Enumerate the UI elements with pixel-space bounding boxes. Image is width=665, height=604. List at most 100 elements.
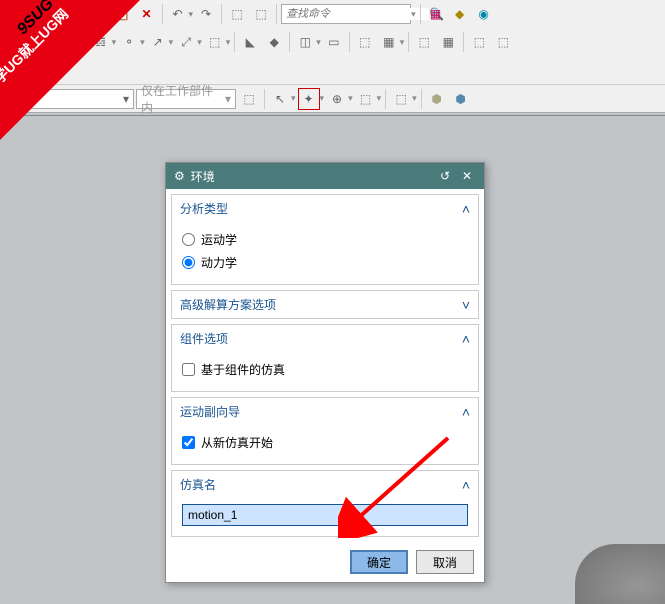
separator — [421, 89, 422, 109]
section-header[interactable]: 运动副向导 ˄ — [172, 398, 478, 425]
command-search[interactable]: 🔍 — [281, 4, 411, 24]
tool-btn[interactable]: ⬚ — [468, 31, 490, 53]
tool-btn[interactable]: ◣ — [239, 31, 261, 53]
dropdown-arrow[interactable]: ▾ — [377, 93, 382, 104]
tool-btn[interactable]: ⬚ — [226, 3, 248, 25]
section-body: 基于组件的仿真 — [172, 352, 478, 391]
separator — [221, 4, 222, 24]
radio-input[interactable] — [182, 233, 195, 246]
chevron-up-icon: ˄ — [462, 404, 470, 420]
section-title: 组件选项 — [180, 330, 228, 347]
separator — [408, 32, 409, 52]
tool-btn[interactable]: ⬚ — [413, 31, 435, 53]
section-body: 运动学 动力学 — [172, 222, 478, 284]
scope-combo[interactable]: 仅在工作部件内▾ — [136, 89, 236, 109]
search-input[interactable] — [286, 8, 429, 20]
section-joint-wizard: 运动副向导 ˄ 从新仿真开始 — [171, 397, 479, 465]
radio-input[interactable] — [182, 256, 195, 269]
dialog-title: 环境 — [191, 168, 215, 185]
model-preview — [575, 544, 665, 604]
tool-btn[interactable]: ⬚ — [250, 3, 272, 25]
section-sim-name: 仿真名 ˄ — [171, 470, 479, 537]
separator — [162, 4, 163, 24]
dropdown-arrow[interactable]: ▾ — [412, 93, 417, 104]
separator — [349, 32, 350, 52]
separator — [420, 4, 421, 24]
dropdown-arrow[interactable]: ▾ — [169, 37, 174, 48]
chevron-down-icon: ˅ — [462, 297, 470, 313]
checkbox-input[interactable] — [182, 436, 195, 449]
redo-icon[interactable]: ↷ — [195, 3, 217, 25]
section-advanced: 高级解算方案选项 ˅ — [171, 290, 479, 319]
radio-label: 动力学 — [201, 254, 237, 271]
section-title: 运动副向导 — [180, 403, 240, 420]
chevron-up-icon: ˄ — [462, 331, 470, 347]
dropdown-arrow[interactable]: ▾ — [226, 37, 231, 48]
cancel-button[interactable]: 取消 — [416, 550, 474, 574]
separator — [234, 32, 235, 52]
tool-btn[interactable]: ⬚ — [492, 31, 514, 53]
dropdown-arrow[interactable]: ▾ — [316, 37, 321, 48]
tool-btn[interactable]: ⬚ — [355, 88, 377, 110]
tool-btn[interactable]: ▭ — [323, 31, 345, 53]
check-new-sim[interactable]: 从新仿真开始 — [182, 431, 468, 454]
dropdown-arrow[interactable]: ▾ — [400, 37, 405, 48]
section-title: 高级解算方案选项 — [180, 296, 276, 313]
ok-button[interactable]: 确定 — [350, 550, 408, 574]
close-icon[interactable]: ✕ — [458, 167, 476, 185]
chevron-up-icon: ˄ — [462, 201, 470, 217]
tool-btn[interactable]: ✦ — [298, 88, 320, 110]
tool-btn[interactable]: ⬢ — [426, 88, 448, 110]
section-title: 仿真名 — [180, 476, 216, 493]
tool-btn[interactable]: ⬚ — [204, 31, 226, 53]
gear-icon: ⚙ — [174, 169, 185, 183]
environment-dialog: ⚙ 环境 ↺ ✕ 分析类型 ˄ 运动学 动力学 高级解算方案选项 ˅ — [165, 162, 485, 583]
checkbox-label: 基于组件的仿真 — [201, 361, 285, 378]
tool-btn[interactable]: ⬢ — [450, 88, 472, 110]
sim-name-input[interactable] — [182, 504, 468, 526]
checkbox-label: 从新仿真开始 — [201, 434, 273, 451]
dropdown-arrow[interactable]: ▾ — [348, 93, 353, 104]
section-component: 组件选项 ˄ 基于组件的仿真 — [171, 324, 479, 392]
section-header[interactable]: 仿真名 ˄ — [172, 471, 478, 498]
tool-btn[interactable]: ▦ — [437, 31, 459, 53]
section-header[interactable]: 高级解算方案选项 ˅ — [172, 291, 478, 318]
separator — [264, 89, 265, 109]
dropdown-arrow[interactable]: ▾ — [320, 93, 325, 104]
dropdown-arrow[interactable]: ▾ — [411, 9, 416, 20]
dropdown-arrow[interactable]: ▾ — [189, 9, 194, 20]
tool-btn[interactable]: ▦ — [378, 31, 400, 53]
dropdown-arrow[interactable]: ▾ — [291, 93, 296, 104]
dropdown-arrow[interactable]: ▾ — [140, 37, 145, 48]
radio-dynamics[interactable]: 动力学 — [182, 251, 468, 274]
section-title: 分析类型 — [180, 200, 228, 217]
tool-btn[interactable]: ⬚ — [238, 88, 260, 110]
tool-btn[interactable]: ⬚ — [390, 88, 412, 110]
reset-icon[interactable]: ↺ — [436, 167, 454, 185]
tool-btn[interactable]: ▦ — [425, 3, 447, 25]
tool-btn[interactable]: ◆ — [449, 3, 471, 25]
separator — [385, 89, 386, 109]
separator — [276, 4, 277, 24]
tool-btn[interactable]: ⊕ — [326, 88, 348, 110]
tool-btn[interactable]: ↗ — [147, 31, 169, 53]
dropdown-arrow[interactable]: ▾ — [197, 37, 202, 48]
tool-btn[interactable]: ◉ — [473, 3, 495, 25]
section-analysis-type: 分析类型 ˄ 运动学 动力学 — [171, 194, 479, 285]
section-header[interactable]: 分析类型 ˄ — [172, 195, 478, 222]
section-body: 从新仿真开始 — [172, 425, 478, 464]
dialog-titlebar[interactable]: ⚙ 环境 ↺ ✕ — [166, 163, 484, 189]
tool-btn[interactable]: ◆ — [263, 31, 285, 53]
tool-btn[interactable]: ⤢ — [175, 31, 197, 53]
checkbox-input[interactable] — [182, 363, 195, 376]
check-component-sim[interactable]: 基于组件的仿真 — [182, 358, 468, 381]
section-body — [172, 498, 478, 536]
radio-kinematics[interactable]: 运动学 — [182, 228, 468, 251]
tool-btn[interactable]: ⬚ — [354, 31, 376, 53]
tool-btn[interactable]: ↖ — [269, 88, 291, 110]
separator — [289, 32, 290, 52]
chevron-up-icon: ˄ — [462, 477, 470, 493]
section-header[interactable]: 组件选项 ˄ — [172, 325, 478, 352]
tool-btn[interactable]: ◫ — [294, 31, 316, 53]
undo-icon[interactable]: ↶ — [167, 3, 189, 25]
